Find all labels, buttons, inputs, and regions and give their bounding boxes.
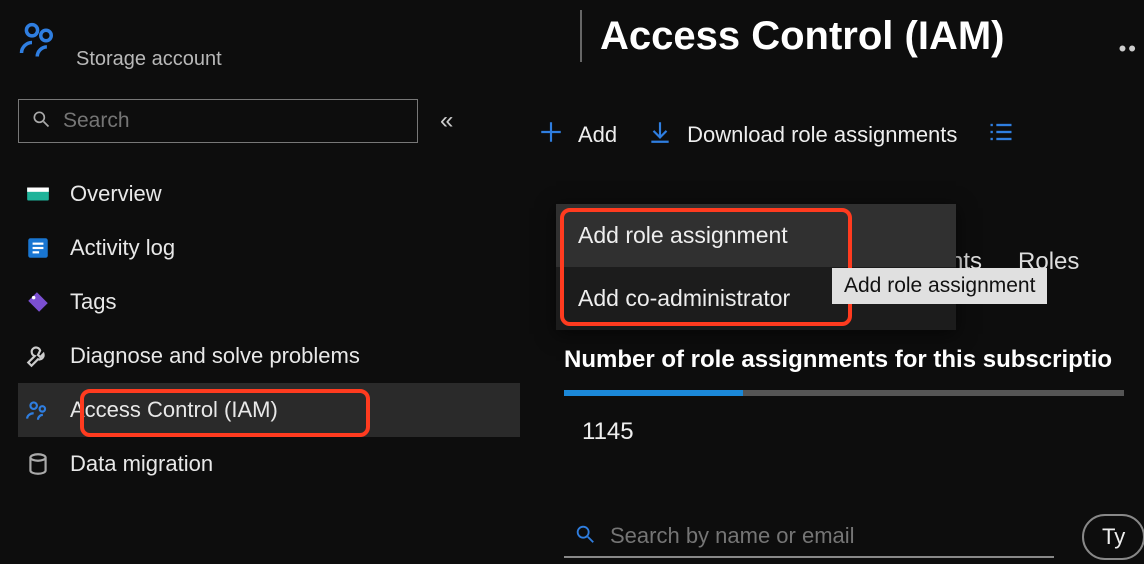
add-label: Add [578, 122, 617, 148]
sidebar-item-label: Activity log [70, 235, 175, 261]
sidebar-item-access-control[interactable]: Access Control (IAM) [18, 383, 520, 437]
download-label: Download role assignments [687, 122, 957, 148]
tags-icon [22, 289, 54, 315]
people-icon [18, 18, 60, 65]
filter-row: Ty [564, 514, 1144, 560]
main-content: Access Control (IAM) •• Add Download rol… [520, 0, 1144, 564]
sidebar: Storage account « Overview [0, 0, 520, 564]
collapse-sidebar-icon[interactable]: « [440, 107, 447, 135]
list-icon[interactable] [987, 118, 1015, 152]
sidebar-item-label: Data migration [70, 451, 213, 477]
activity-log-icon [22, 235, 54, 261]
sidebar-item-label: Tags [70, 289, 116, 315]
add-dropdown: Add role assignment Add co-administrator [556, 204, 956, 330]
sidebar-item-label: Diagnose and solve problems [70, 343, 360, 369]
sidebar-item-overview[interactable]: Overview [18, 167, 520, 221]
sidebar-item-diagnose[interactable]: Diagnose and solve problems [18, 329, 520, 383]
dropdown-add-role-assignment[interactable]: Add role assignment [556, 204, 956, 267]
sidebar-search[interactable] [18, 99, 418, 143]
search-icon [574, 523, 610, 550]
plus-icon [538, 119, 564, 151]
add-button[interactable]: Add [538, 119, 617, 151]
filter-search[interactable] [564, 517, 1054, 558]
people-small-icon [22, 397, 54, 423]
sidebar-item-tags[interactable]: Tags [18, 275, 520, 329]
title-separator [580, 10, 582, 62]
title-bar: Access Control (IAM) [580, 10, 1144, 62]
sidebar-nav: Overview Activity log Tags Diagnose and … [18, 167, 520, 491]
overview-icon [22, 181, 54, 207]
sidebar-search-input[interactable] [63, 109, 405, 133]
stats-block: Number of role assignments for this subs… [564, 346, 1124, 446]
type-filter-button[interactable]: Ty [1082, 514, 1144, 560]
resource-type-label: Storage account [76, 48, 222, 71]
stats-value: 1145 [582, 418, 1124, 446]
progress-fill [564, 390, 743, 396]
wrench-icon [22, 343, 54, 369]
download-icon [647, 119, 673, 151]
database-icon [22, 451, 54, 477]
sidebar-item-label: Overview [70, 181, 162, 207]
progress-track [564, 390, 1124, 396]
sidebar-item-activity-log[interactable]: Activity log [18, 221, 520, 275]
sidebar-item-data-migration[interactable]: Data migration [18, 437, 520, 491]
more-icon[interactable]: •• [1119, 36, 1138, 62]
stats-label: Number of role assignments for this subs… [564, 346, 1124, 374]
page-title: Access Control (IAM) [600, 14, 1005, 59]
filter-search-input[interactable] [610, 523, 1044, 549]
resource-header: Storage account [18, 18, 520, 71]
search-icon [31, 109, 63, 134]
tooltip: Add role assignment [832, 268, 1047, 304]
download-role-assignments-button[interactable]: Download role assignments [647, 119, 957, 151]
toolbar: Add Download role assignments [538, 118, 1144, 152]
